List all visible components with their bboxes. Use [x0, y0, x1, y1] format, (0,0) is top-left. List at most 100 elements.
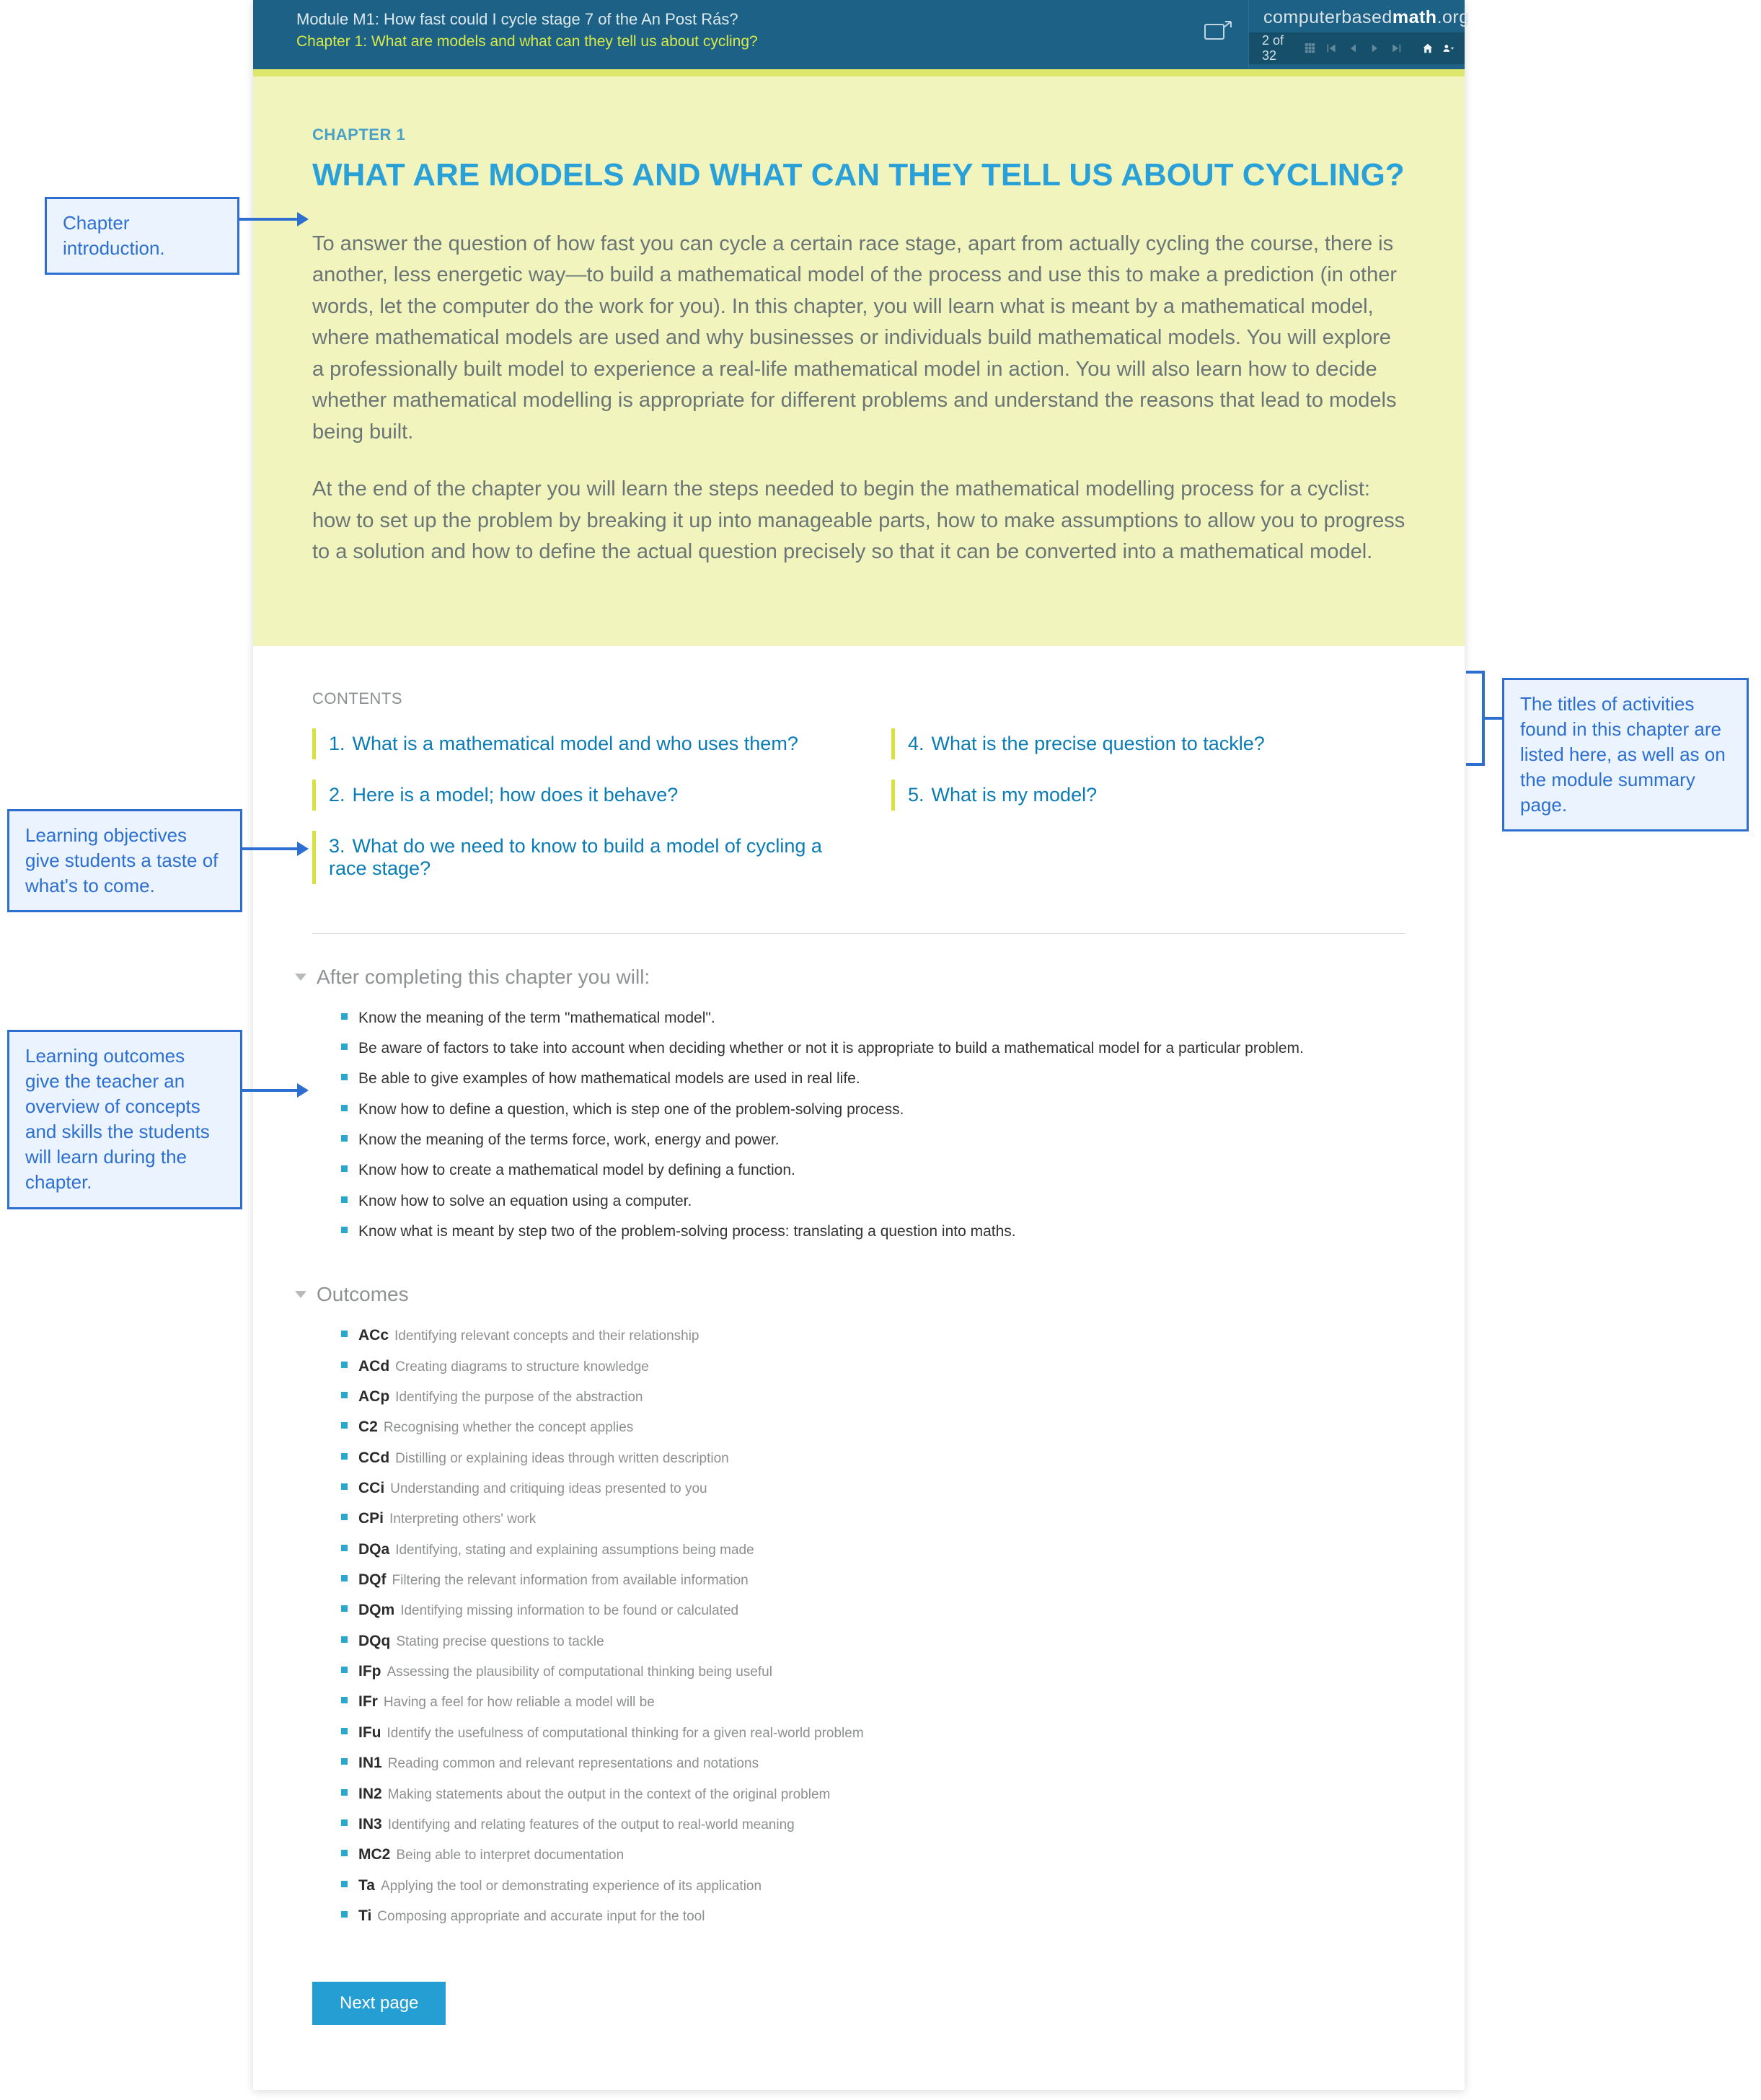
list-item: CCdDistilling or explaining ideas throug…: [341, 1443, 1405, 1473]
toc-item[interactable]: 5. What is my model?: [891, 780, 1405, 811]
chevron-down-icon: [295, 974, 306, 981]
toc-title: What is my model?: [932, 784, 1098, 806]
list-item: IN2 Making statements about the output in…: [341, 1779, 1405, 1809]
share-icon[interactable]: [1204, 19, 1232, 40]
grid-icon[interactable]: [1305, 40, 1316, 56]
list-item: Know how to solve an equation using a co…: [341, 1186, 1405, 1217]
list-item: Know how to define a question, which is …: [341, 1095, 1405, 1125]
outcome-desc: Being able to interpret documentation: [396, 1848, 624, 1863]
list-item: Know the meaning of the terms force, wor…: [341, 1125, 1405, 1155]
outcome-desc: Understanding and critiquing ideas prese…: [390, 1481, 707, 1496]
callout-objectives: Learning objectives give students a tast…: [7, 809, 242, 912]
brand-logo[interactable]: computerbasedmath.org: [1249, 0, 1465, 32]
chevron-down-icon: [295, 1291, 306, 1298]
intro-paragraph-1: To answer the question of how fast you c…: [312, 229, 1405, 449]
toc-col-right: 4.What is the precise question to tackle…: [891, 728, 1405, 904]
objectives-heading-text: After completing this chapter you will:: [317, 966, 650, 989]
list-item: IFu Identify the usefulness of computatio…: [341, 1718, 1405, 1748]
outcome-code: IFu: [358, 1724, 381, 1741]
outcome-code: DQq: [358, 1633, 390, 1649]
outcomes-heading[interactable]: Outcomes: [312, 1283, 1405, 1306]
nav-row: 2 of 32: [1249, 32, 1465, 64]
list-item: DQmIdentifying missing information to be…: [341, 1595, 1405, 1625]
callout-arrow-line: [239, 218, 299, 221]
outcome-code: IN3: [358, 1816, 382, 1832]
list-item: Know how to create a mathematical model …: [341, 1155, 1405, 1186]
outcome-desc: Interpreting others' work: [389, 1512, 536, 1527]
toc-item[interactable]: 4.What is the precise question to tackle…: [891, 728, 1405, 759]
next-page-button[interactable]: Next page: [312, 1982, 446, 2025]
toc-item[interactable]: 2.Here is a model; how does it behave?: [312, 780, 826, 811]
list-item: DQqStating precise questions to tackle: [341, 1626, 1405, 1656]
home-icon[interactable]: [1422, 40, 1434, 56]
list-item: TaApplying the tool or demonstrating exp…: [341, 1871, 1405, 1901]
list-item: Know what is meant by step two of the pr…: [341, 1217, 1405, 1247]
objectives-heading[interactable]: After completing this chapter you will:: [312, 966, 1405, 989]
outcome-code: ACp: [358, 1388, 389, 1405]
outcome-code: IN2: [358, 1786, 382, 1802]
list-item: Know the meaning of the term "mathematic…: [341, 1003, 1405, 1033]
list-item: DQaIdentifying, stating and explaining a…: [341, 1535, 1405, 1565]
outcome-desc: Having a feel for how reliable a model w…: [384, 1695, 655, 1710]
arrow-right-icon: [297, 212, 309, 226]
toc-item[interactable]: 3.What do we need to know to build a mod…: [312, 831, 826, 884]
outcome-desc: Identifying the purpose of the abstracti…: [395, 1390, 643, 1405]
outcome-code: CPi: [358, 1510, 384, 1527]
list-item: Ti Composing appropriate and accurate inp…: [341, 1901, 1405, 1931]
outcome-desc: Identifying relevant concepts and their …: [394, 1328, 699, 1344]
list-item: ACcIdentifying relevant concepts and the…: [341, 1320, 1405, 1351]
nav-next-icon[interactable]: [1369, 40, 1380, 56]
list-item: MC2Being able to interpret documentation: [341, 1840, 1405, 1870]
list-item: ACdCreating diagrams to structure knowle…: [341, 1351, 1405, 1382]
outcome-code: DQf: [358, 1571, 387, 1588]
list-item: IFr Having a feel for how reliable a mode…: [341, 1687, 1405, 1717]
outcome-code: IN1: [358, 1755, 382, 1771]
outcome-desc: Composing appropriate and accurate input…: [377, 1909, 705, 1924]
callout-arrow-line: [242, 1089, 299, 1092]
outcome-code: ACd: [358, 1358, 389, 1375]
nav-first-icon[interactable]: [1326, 40, 1338, 56]
outcome-code: IFr: [358, 1693, 378, 1710]
objectives-list: Know the meaning of the term "mathematic…: [312, 1003, 1405, 1248]
outcome-desc: Identify the usefulness of computational…: [387, 1726, 864, 1741]
brand-part-3: math: [1393, 7, 1437, 27]
toc-title: What is a mathematical model and who use…: [353, 733, 798, 754]
toc-title: Here is a model; how does it behave?: [353, 784, 679, 806]
list-item: CPi Interpreting others' work: [341, 1504, 1405, 1534]
bracket-icon: [1466, 671, 1485, 766]
list-item: CCiUnderstanding and critiquing ideas pr…: [341, 1473, 1405, 1504]
nav-prev-icon[interactable]: [1348, 40, 1359, 56]
brand-part-1: computer: [1263, 7, 1341, 27]
outcomes-heading-text: Outcomes: [317, 1283, 409, 1306]
callout-arrow-line: [242, 847, 299, 850]
toc-col-left: 1.What is a mathematical model and who u…: [312, 728, 826, 904]
outcome-code: CCd: [358, 1450, 389, 1466]
outcome-code: DQm: [358, 1602, 394, 1618]
callout-arrow-line: [1485, 717, 1502, 720]
outcome-desc: Recognising whether the concept applies: [384, 1420, 633, 1435]
top-bar-right: computerbasedmath.org 2 of 32: [1248, 0, 1465, 69]
table-of-contents: 1.What is a mathematical model and who u…: [312, 728, 1405, 904]
contents-heading: CONTENTS: [312, 689, 1405, 708]
outcome-code: Ti: [358, 1907, 371, 1924]
toc-num: 5.: [908, 784, 924, 806]
list-item: DQf Filtering the relevant information fr…: [341, 1565, 1405, 1595]
list-item: Be able to give examples of how mathemat…: [341, 1064, 1405, 1094]
chapter-label: CHAPTER 1: [312, 125, 1405, 144]
outcome-desc: Filtering the relevant information from …: [392, 1573, 749, 1588]
nav-last-icon[interactable]: [1390, 40, 1402, 56]
accent-strip: [253, 69, 1465, 76]
divider: [312, 933, 1405, 934]
list-item: IN1Reading common and relevant represent…: [341, 1748, 1405, 1778]
objectives-section: After completing this chapter you will: …: [312, 966, 1405, 1248]
outcome-desc: Making statements about the output in th…: [388, 1787, 831, 1802]
outcome-code: C2: [358, 1419, 378, 1435]
module-title: Module M1: How fast could I cycle stage …: [296, 10, 1248, 29]
toc-num: 4.: [908, 733, 924, 754]
chapter-title: WHAT ARE MODELS AND WHAT CAN THEY TELL U…: [312, 157, 1405, 194]
toc-item[interactable]: 1.What is a mathematical model and who u…: [312, 728, 826, 759]
user-menu-icon[interactable]: [1443, 40, 1455, 56]
outcome-code: DQa: [358, 1541, 389, 1558]
brand-part-4: .org: [1437, 7, 1470, 27]
chapter-intro-panel: CHAPTER 1 WHAT ARE MODELS AND WHAT CAN T…: [253, 76, 1465, 646]
